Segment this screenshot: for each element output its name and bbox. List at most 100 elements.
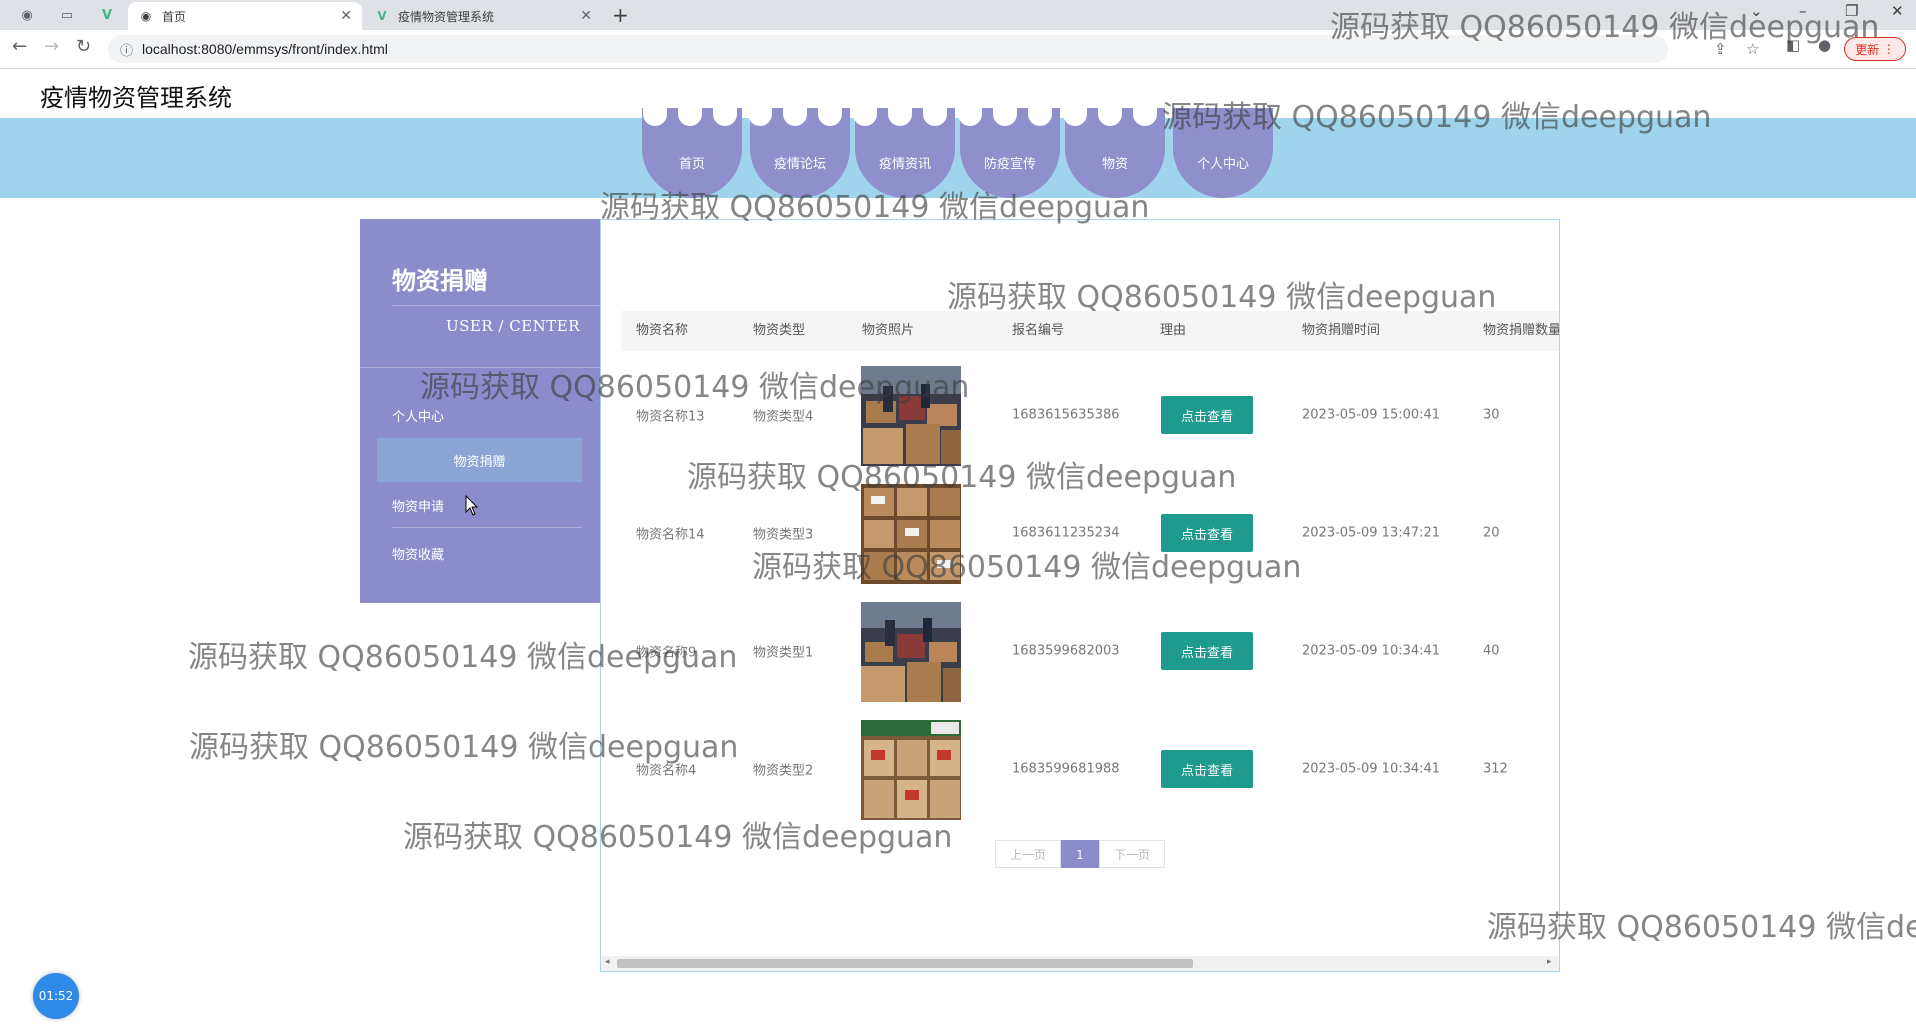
column-header: 物资照片 bbox=[862, 323, 915, 338]
tab-title: 首页 bbox=[162, 9, 187, 24]
restore-icon[interactable]: ❐ bbox=[1845, 2, 1858, 20]
prev-page-button[interactable]: 上一页 bbox=[995, 840, 1061, 868]
pinned-tab-vue-icon[interactable]: V bbox=[94, 4, 120, 26]
recording-timer: 01:52 bbox=[33, 973, 79, 1019]
divider bbox=[392, 305, 600, 306]
sidebar-item-user-center[interactable]: 个人中心 bbox=[392, 393, 582, 437]
view-reason-button[interactable]: 点击查看 bbox=[1161, 750, 1253, 788]
item-type: 物资类型2 bbox=[753, 763, 814, 779]
browser-tab-strip: ◉ ▭ V ◉ 首页 ✕ V 疫情物资管理系统 ✕ + ⌄ – ❐ ✕ bbox=[0, 0, 1916, 30]
pinned-tab-globe-icon[interactable]: ◉ bbox=[14, 4, 40, 26]
item-name: 物资名称4 bbox=[636, 763, 697, 779]
table-row: 物资名称13 物资类型4 1683615635386 点击查看 2023-05-… bbox=[621, 356, 1559, 474]
item-photo bbox=[861, 720, 961, 820]
view-reason-button[interactable]: 点击查看 bbox=[1161, 514, 1253, 552]
item-name: 物资名称13 bbox=[636, 409, 705, 425]
nav-label: 物资 bbox=[1101, 157, 1128, 172]
nav-label: 疫情论坛 bbox=[773, 157, 826, 172]
address-bar-row: ← → ↻ ⓘ localhost:8080/emmsys/front/inde… bbox=[0, 30, 1916, 69]
table-header: 物资名称 物资类型 物资照片 报名编号 理由 物资捐赠时间 物资捐赠数量 bbox=[621, 311, 1560, 351]
item-type: 物资类型1 bbox=[753, 645, 814, 661]
star-icon[interactable]: ☆ bbox=[1746, 40, 1759, 58]
nav-label: 首页 bbox=[678, 157, 705, 172]
next-page-button[interactable]: 下一页 bbox=[1099, 840, 1165, 868]
view-reason-button[interactable]: 点击查看 bbox=[1161, 396, 1253, 434]
mouse-cursor-icon bbox=[465, 495, 479, 516]
column-header: 理由 bbox=[1160, 323, 1187, 338]
nav-label: 个人中心 bbox=[1196, 157, 1249, 172]
nav-label: 防疫宣传 bbox=[983, 157, 1036, 172]
donation-quantity: 312 bbox=[1483, 761, 1508, 777]
scrollbar-thumb[interactable] bbox=[617, 959, 1193, 968]
column-header: 报名编号 bbox=[1012, 323, 1065, 338]
donation-time: 2023-05-09 10:34:41 bbox=[1302, 761, 1441, 777]
globe-icon: ◉ bbox=[140, 9, 152, 23]
site-title: 疫情物资管理系统 bbox=[40, 84, 232, 112]
side-panel-icon[interactable]: ◧ bbox=[1786, 36, 1800, 54]
new-tab-plus-icon[interactable]: + bbox=[612, 3, 629, 27]
tab-title: 疫情物资管理系统 bbox=[398, 9, 495, 24]
reload-icon[interactable]: ↻ bbox=[76, 36, 91, 57]
page-number-button[interactable]: 1 bbox=[1061, 840, 1099, 868]
item-name: 物资名称9 bbox=[636, 645, 697, 661]
column-header: 物资捐赠时间 bbox=[1302, 323, 1381, 338]
donation-time: 2023-05-09 10:34:41 bbox=[1302, 643, 1441, 659]
view-reason-button[interactable]: 点击查看 bbox=[1161, 632, 1253, 670]
tab-home[interactable]: ◉ 首页 ✕ bbox=[128, 2, 362, 30]
close-icon[interactable]: ✕ bbox=[340, 8, 352, 24]
info-icon[interactable]: ⓘ bbox=[120, 40, 133, 59]
minimize-icon[interactable]: – bbox=[1799, 2, 1807, 20]
pagination: 上一页 1 下一页 bbox=[995, 840, 1165, 868]
column-header: 物资类型 bbox=[753, 323, 806, 338]
close-icon[interactable]: ✕ bbox=[580, 8, 592, 24]
column-header: 物资名称 bbox=[636, 323, 689, 338]
divider bbox=[360, 367, 600, 368]
update-button[interactable]: 更新 ⋮ bbox=[1844, 37, 1906, 61]
scroll-right-arrow-icon[interactable]: ▸ bbox=[1547, 957, 1552, 967]
omnibox[interactable]: ⓘ localhost:8080/emmsys/front/index.html… bbox=[108, 35, 1759, 63]
item-photo bbox=[861, 602, 961, 702]
donation-quantity: 20 bbox=[1483, 525, 1500, 541]
item-photo bbox=[861, 484, 961, 584]
url-text[interactable]: localhost:8080/emmsys/front/index.html bbox=[142, 41, 388, 57]
forward-arrow-icon[interactable]: → bbox=[44, 36, 59, 57]
sidebar-item-label: 物资申请 bbox=[392, 500, 445, 515]
update-label: 更新 bbox=[1855, 42, 1880, 57]
sidebar-item-donation[interactable]: 物资捐赠 bbox=[377, 438, 582, 482]
tab-system[interactable]: V 疫情物资管理系统 ✕ bbox=[364, 2, 602, 30]
sidebar-subtitle: USER / CENTER bbox=[446, 317, 581, 335]
donation-quantity: 40 bbox=[1483, 643, 1500, 659]
registration-number: 1683611235234 bbox=[1012, 525, 1120, 541]
horizontal-scrollbar[interactable]: ◂ ▸ bbox=[601, 956, 1559, 971]
share-icon[interactable]: ⇪ bbox=[1714, 40, 1727, 58]
donation-quantity: 30 bbox=[1483, 407, 1500, 423]
item-photo bbox=[861, 366, 961, 466]
sidebar-item-label: 物资捐赠 bbox=[453, 454, 506, 470]
item-name: 物资名称14 bbox=[636, 527, 705, 543]
sidebar-item-label: 物资收藏 bbox=[392, 547, 445, 563]
column-header: 物资捐赠数量 bbox=[1483, 323, 1560, 338]
table-row: 物资名称14 物资类型3 1683611235234 点击查看 2023-05-… bbox=[621, 474, 1559, 592]
sidebar-title: 物资捐赠 bbox=[392, 267, 488, 295]
chevron-down-icon[interactable]: ⌄ bbox=[1750, 2, 1763, 20]
sidebar-item-label: 个人中心 bbox=[392, 409, 445, 425]
table-row: 物资名称4 物资类型2 1683599681988 点击查看 2023-05-0… bbox=[621, 710, 1559, 828]
nav-label: 疫情资讯 bbox=[878, 157, 931, 172]
back-arrow-icon[interactable]: ← bbox=[12, 36, 27, 57]
registration-number: 1683615635386 bbox=[1012, 407, 1120, 423]
user-sidebar: 物资捐赠 USER / CENTER 个人中心 物资捐赠 物资申请 物资收藏 bbox=[360, 219, 600, 603]
donation-list-panel: 物资名称 物资类型 物资照片 报名编号 理由 物资捐赠时间 物资捐赠数量 物资名… bbox=[600, 219, 1560, 972]
vue-icon: V bbox=[377, 9, 387, 23]
nav-band bbox=[0, 118, 1916, 198]
table-row: 物资名称9 物资类型1 1683599682003 点击查看 2023-05-0… bbox=[621, 592, 1559, 710]
registration-number: 1683599681988 bbox=[1012, 761, 1120, 777]
pinned-tab-blank-icon[interactable]: ▭ bbox=[54, 4, 80, 26]
item-type: 物资类型3 bbox=[753, 527, 814, 543]
scroll-left-arrow-icon[interactable]: ◂ bbox=[605, 957, 610, 967]
registration-number: 1683599682003 bbox=[1012, 643, 1120, 659]
sidebar-item-application[interactable]: 物资申请 bbox=[392, 484, 582, 528]
donation-time: 2023-05-09 15:00:41 bbox=[1302, 407, 1441, 423]
sidebar-item-favorites[interactable]: 物资收藏 bbox=[392, 531, 582, 575]
profile-avatar-icon[interactable]: ● bbox=[1818, 36, 1831, 54]
window-close-icon[interactable]: ✕ bbox=[1891, 2, 1904, 20]
